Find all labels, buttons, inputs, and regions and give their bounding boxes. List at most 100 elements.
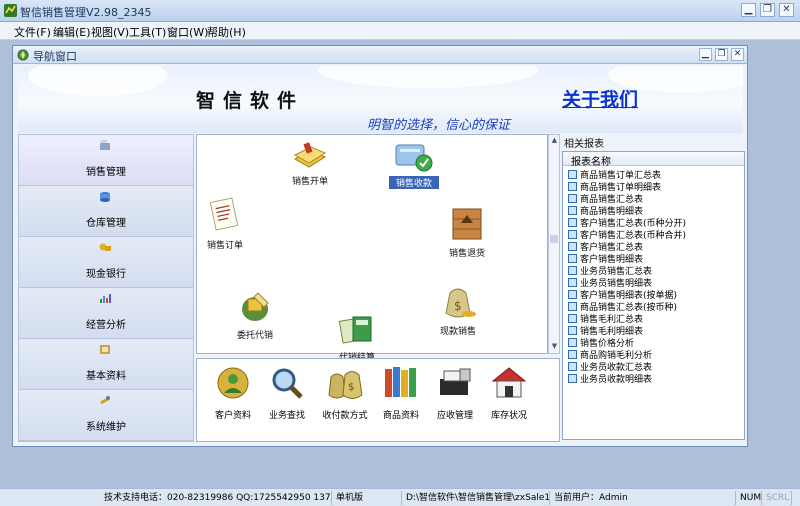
flow-scrollbar[interactable]: ▲ ▼ bbox=[548, 134, 560, 354]
report-icon bbox=[568, 230, 577, 239]
sidebar-item-basic-data[interactable]: 基本资料 bbox=[19, 339, 193, 390]
money-icon bbox=[99, 243, 111, 251]
report-item[interactable]: 业务员销售汇总表 bbox=[568, 264, 652, 277]
report-item[interactable]: 销售毛利汇总表 bbox=[568, 312, 643, 325]
menu-tools[interactable]: 工具(T) bbox=[129, 24, 166, 40]
report-icon bbox=[568, 302, 577, 311]
report-icon bbox=[568, 206, 577, 215]
sidebar-item-sales[interactable]: 销售管理 bbox=[19, 135, 193, 186]
cash-sales-label: 现款销售 bbox=[439, 327, 476, 337]
report-item[interactable]: 业务员销售明细表 bbox=[568, 276, 652, 289]
report-item[interactable]: 商品销售明细表 bbox=[568, 204, 643, 217]
report-item[interactable]: 客户销售汇总表(币种分开) bbox=[568, 216, 686, 229]
report-icon bbox=[568, 362, 577, 371]
customer-data-button[interactable]: 客户资料 bbox=[211, 365, 255, 421]
sidebar-item-analysis[interactable]: 经营分析 bbox=[19, 288, 193, 339]
menu-help[interactable]: 帮助(H) bbox=[207, 24, 246, 40]
app-titlebar: 智信销售管理V2.98_2345 ▁ ❐ ✕ bbox=[0, 0, 800, 22]
sales-collection-button[interactable]: 销售收款 bbox=[389, 141, 439, 189]
slogan: 明智的选择，信心的保证 bbox=[367, 118, 511, 133]
minimize-button[interactable]: ▁ bbox=[741, 3, 756, 17]
svg-text:$: $ bbox=[454, 299, 462, 313]
menu-view[interactable]: 视图(V) bbox=[91, 24, 129, 40]
reports-panel: 相关报表 报表名称 商品销售订单汇总表 商品销售订单明细表 商品销售汇总表 商品… bbox=[562, 134, 745, 442]
restore-button[interactable]: ❐ bbox=[760, 3, 775, 17]
sidebar-item-label: 现金银行 bbox=[86, 269, 126, 280]
report-icon bbox=[568, 170, 577, 179]
report-item[interactable]: 客户销售明细表(按单据) bbox=[568, 288, 677, 301]
report-item[interactable]: 销售毛利明细表 bbox=[568, 324, 643, 337]
sales-return-label: 销售退货 bbox=[448, 249, 485, 259]
report-item[interactable]: 销售价格分析 bbox=[568, 336, 634, 349]
menu-file[interactable]: 文件(F) bbox=[14, 24, 51, 40]
inventory-status-label: 库存状况 bbox=[490, 411, 527, 421]
app-logo-icon bbox=[4, 4, 17, 17]
document-icon bbox=[209, 197, 239, 231]
inventory-status-button[interactable]: 库存状况 bbox=[487, 365, 531, 421]
report-icon bbox=[568, 194, 577, 203]
menu-window[interactable]: 窗口(W) bbox=[167, 24, 208, 40]
tools-icon bbox=[100, 396, 110, 405]
nav-window: 导航窗口 ▁ ❐ ✕ 智信软件 关于我们 明智的选择，信心的保证 销售管理 仓库… bbox=[12, 45, 748, 447]
receivables-label: 应收管理 bbox=[436, 411, 473, 421]
nav-minimize-button[interactable]: ▁ bbox=[699, 48, 712, 61]
report-item[interactable]: 商品销售汇总表(按币种) bbox=[568, 300, 677, 313]
product-data-button[interactable]: 商品资料 bbox=[377, 365, 425, 421]
payment-method-button[interactable]: $ 收付款方式 bbox=[319, 365, 371, 421]
report-item[interactable]: 客户销售明细表 bbox=[568, 252, 643, 265]
calculator-icon bbox=[338, 316, 372, 344]
scroll-down-arrow-icon[interactable]: ▼ bbox=[550, 342, 559, 351]
sales-order-button[interactable]: 销售订单 bbox=[201, 197, 249, 251]
close-button[interactable]: ✕ bbox=[779, 3, 794, 17]
magnifier-icon bbox=[272, 368, 303, 399]
database-path: D:\智信软件\智信销售管理\zxSale1.sys bbox=[402, 491, 550, 505]
sidebar-item-label: 系统维护 bbox=[86, 422, 126, 433]
scroll-up-arrow-icon[interactable]: ▲ bbox=[550, 136, 559, 145]
menu-bar: 文件(F) 编辑(E) 视图(V) 工具(T) 窗口(W) 帮助(H) bbox=[0, 22, 800, 40]
menu-edit[interactable]: 编辑(E) bbox=[53, 24, 91, 40]
customer-icon bbox=[217, 367, 249, 399]
box-icon bbox=[452, 208, 482, 240]
report-item[interactable]: 商品销售订单明细表 bbox=[568, 180, 661, 193]
scroll-lock-indicator: SCRL bbox=[762, 491, 792, 505]
chart-icon bbox=[100, 294, 111, 303]
scroll-thumb[interactable] bbox=[550, 235, 558, 243]
report-icon bbox=[568, 278, 577, 287]
consignment-button[interactable]: 委托代销 bbox=[227, 287, 283, 341]
register-icon bbox=[440, 368, 471, 395]
folder-icon bbox=[100, 345, 110, 354]
status-bar: 技术支持电话：020-82319986 QQ:1725542950 137028… bbox=[0, 488, 800, 506]
cloud-decor bbox=[28, 66, 168, 96]
sidebar-item-system[interactable]: 系统维护 bbox=[19, 390, 193, 441]
report-item[interactable]: 商品购销毛利分析 bbox=[568, 348, 652, 361]
report-item[interactable]: 业务员收款明细表 bbox=[568, 372, 652, 385]
report-item[interactable]: 业务员收款汇总表 bbox=[568, 360, 652, 373]
report-icon bbox=[568, 242, 577, 251]
support-info: 技术支持电话：020-82319986 QQ:1725542950 137028… bbox=[100, 491, 332, 505]
product-data-label: 商品资料 bbox=[382, 411, 419, 421]
nav-close-button[interactable]: ✕ bbox=[731, 48, 744, 61]
receivables-button[interactable]: 应收管理 bbox=[431, 365, 479, 421]
report-item[interactable]: 客户销售汇总表(币种合并) bbox=[568, 228, 686, 241]
about-us-link[interactable]: 关于我们 bbox=[562, 85, 638, 112]
book-icon bbox=[293, 142, 327, 168]
sales-invoice-button[interactable]: 销售开单 bbox=[285, 141, 335, 187]
nav-restore-button[interactable]: ❐ bbox=[715, 48, 728, 61]
sidebar-item-label: 经营分析 bbox=[86, 320, 126, 331]
num-lock-indicator: NUM bbox=[736, 491, 762, 505]
report-item[interactable]: 客户销售汇总表 bbox=[568, 240, 643, 253]
business-search-button[interactable]: 业务查找 bbox=[265, 365, 309, 421]
report-item[interactable]: 商品销售订单汇总表 bbox=[568, 168, 661, 181]
cash-sales-button[interactable]: $ 现款销售 bbox=[432, 283, 484, 337]
compass-icon bbox=[17, 49, 29, 61]
sidebar-item-warehouse[interactable]: 仓库管理 bbox=[19, 186, 193, 237]
customer-data-label: 客户资料 bbox=[214, 411, 251, 421]
current-user: 当前用户：Admin bbox=[550, 491, 736, 505]
reports-column-header[interactable]: 报表名称 bbox=[563, 152, 744, 168]
payment-method-label: 收付款方式 bbox=[322, 411, 368, 421]
reports-title: 相关报表 bbox=[564, 139, 604, 150]
report-item[interactable]: 商品销售汇总表 bbox=[568, 192, 643, 205]
sales-return-button[interactable]: 销售退货 bbox=[442, 205, 492, 259]
consign-settlement-button[interactable]: 代销结算 bbox=[331, 313, 383, 363]
sidebar-item-cash-bank[interactable]: 现金银行 bbox=[19, 237, 193, 288]
